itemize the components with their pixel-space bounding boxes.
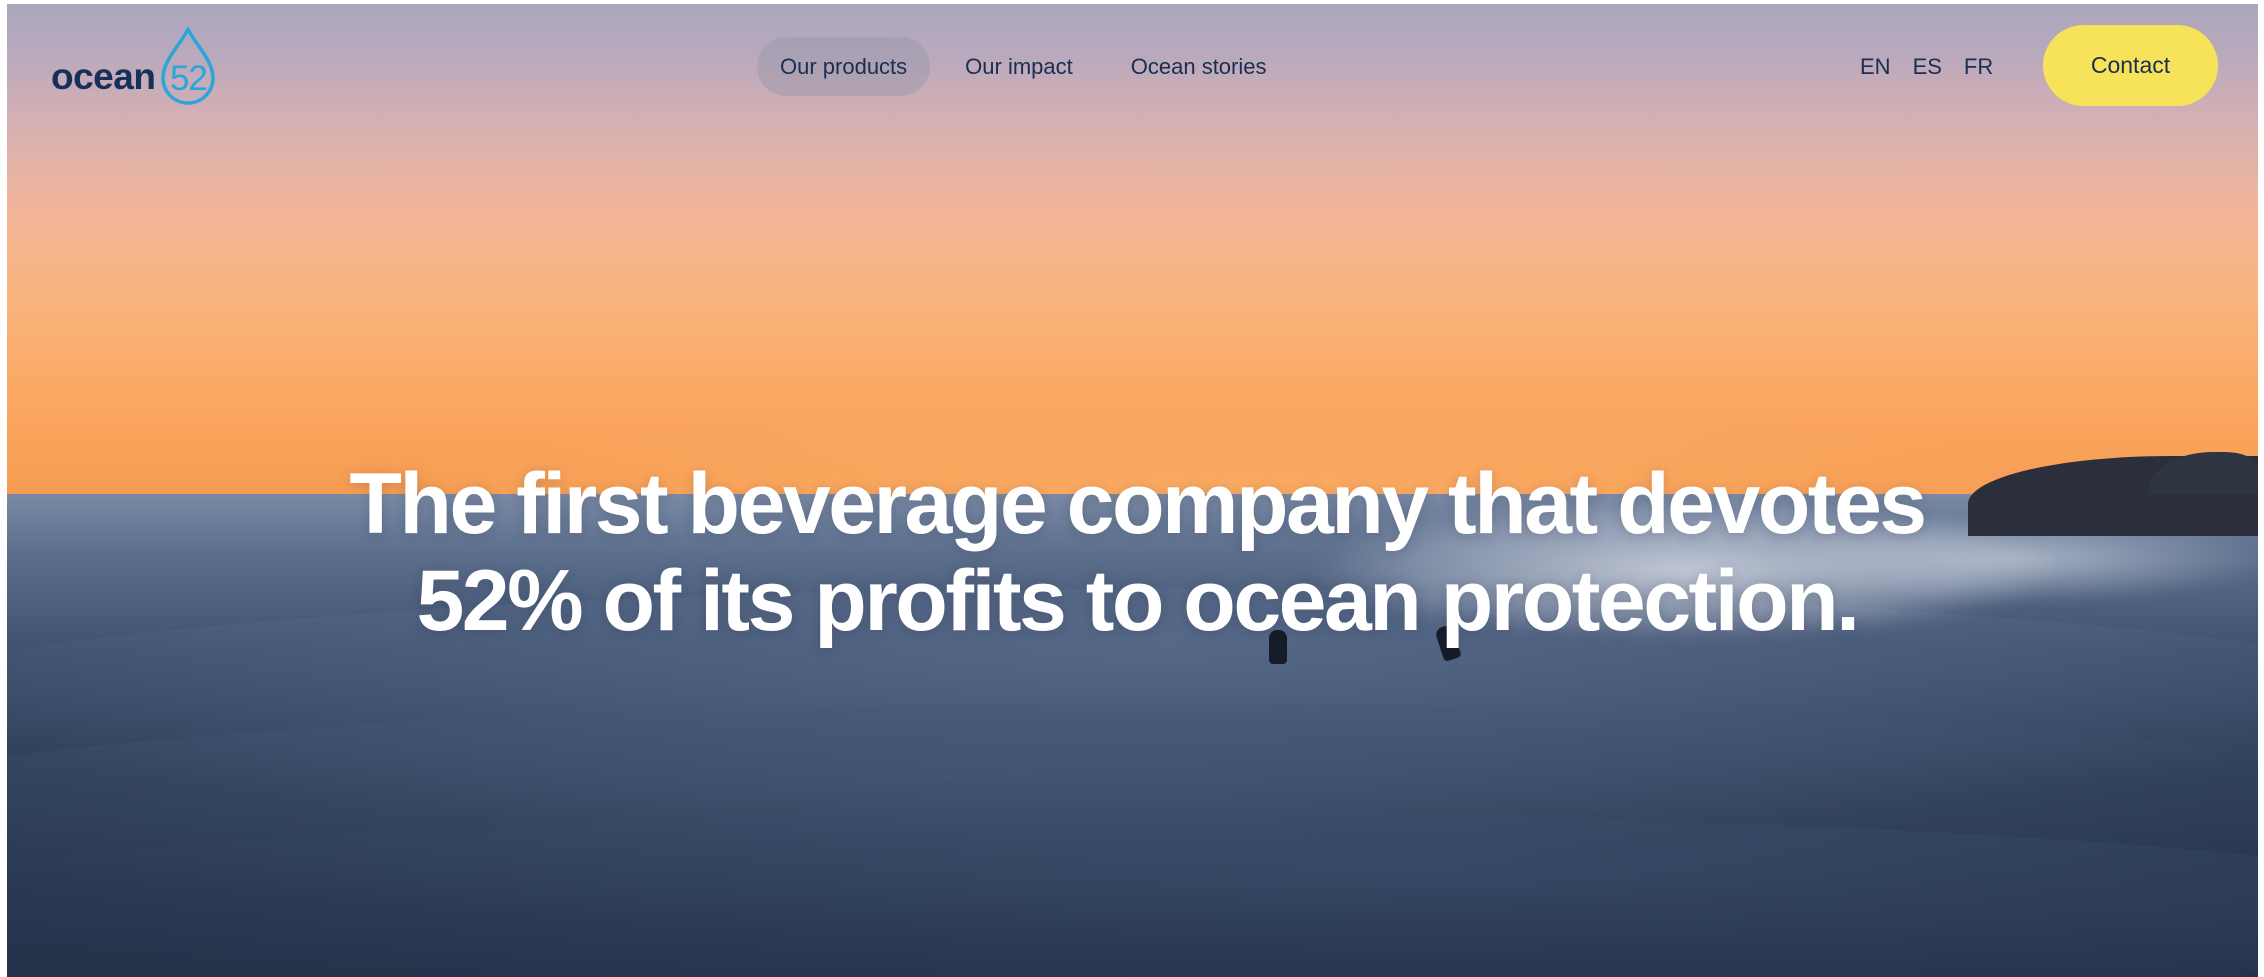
water-drop-icon: 52 [157, 26, 219, 108]
hero-headline: The first beverage company that devotes … [232, 456, 2042, 650]
logo-number: 52 [169, 59, 208, 98]
nav-our-products[interactable]: Our products [757, 37, 931, 96]
page-viewport: ocean 52 Our products Our impact Ocean s… [7, 4, 2258, 977]
nav-our-impact[interactable]: Our impact [942, 37, 1096, 96]
hero-headline-line-2: 52% of its profits to ocean protection. [416, 553, 1860, 649]
lang-es[interactable]: ES [1913, 54, 1942, 80]
site-header: ocean 52 Our products Our impact Ocean s… [7, 4, 2258, 136]
lang-en[interactable]: EN [1860, 54, 1891, 80]
wave-swell [7, 814, 2258, 977]
main-navigation: Our products Our impact Ocean stories [757, 37, 1290, 96]
ocean52-logo[interactable]: ocean 52 [51, 22, 219, 108]
logo-wordmark: ocean [51, 56, 156, 97]
nav-ocean-stories[interactable]: Ocean stories [1108, 37, 1290, 96]
hero-headline-line-1: The first beverage company that devotes [349, 456, 1927, 552]
contact-button[interactable]: Contact [2043, 25, 2218, 106]
lang-fr[interactable]: FR [1964, 54, 1993, 80]
language-switcher: EN ES FR [1860, 37, 1993, 96]
